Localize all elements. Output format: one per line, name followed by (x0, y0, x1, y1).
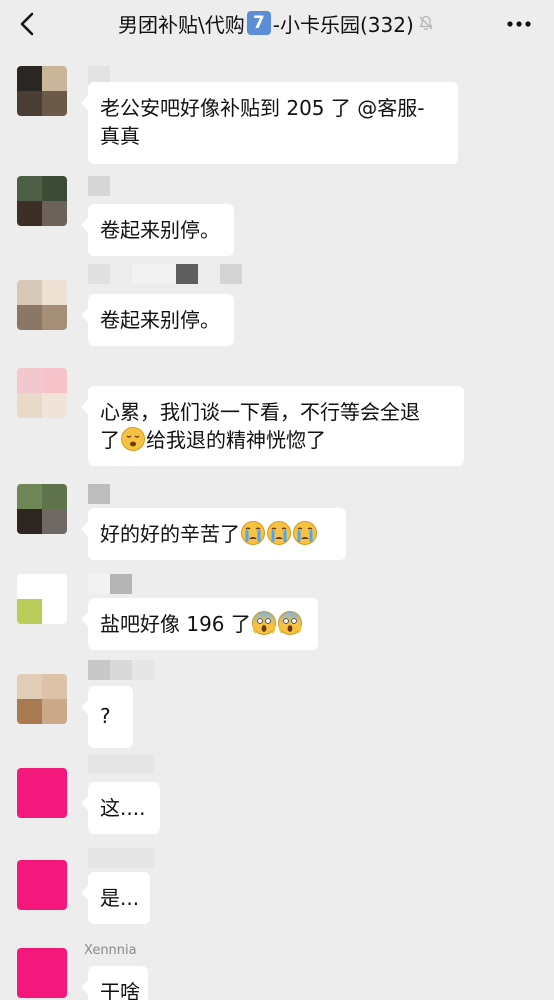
message-bubble[interactable]: 好的好的辛苦了 (81, 508, 346, 560)
crying-face-emoji-icon (267, 521, 291, 545)
message-item: 是... (0, 848, 554, 938)
chat-title: 男团补贴\代购 7 -小卡乐园(332) (118, 10, 435, 37)
message-text-fragment: 给我退的精神恍惚了 (146, 428, 326, 452)
message-bubble[interactable]: 这.... (81, 782, 160, 834)
message-text: 这.... (100, 796, 146, 820)
message-item: 老公安吧好像补贴到 205 了 @客服- 真真 (0, 66, 554, 176)
message-text-line: 真真 (100, 124, 140, 148)
message-text: 卷起来别停。 (100, 218, 220, 242)
avatar[interactable] (17, 280, 67, 330)
keycap-seven-emoji: 7 (246, 11, 271, 35)
sender-name (88, 574, 132, 594)
chat-screen: 男团补贴\代购 7 -小卡乐园(332) 老公安吧好像补贴到 205 了 @客服… (0, 0, 554, 1000)
message-text: 卷起来别停。 (100, 308, 220, 332)
message-item: 盐吧好像 196 了 (0, 574, 554, 654)
screaming-face-emoji-icon (251, 611, 276, 635)
chat-title-prefix: 男团补贴\代购 (118, 12, 245, 37)
message-bubble[interactable]: 心累，我们谈一下看，不行等会全退 了 给我退的精神恍惚了 (81, 386, 464, 466)
message-text-line: 老公安吧好像补贴到 205 了 @客服- (100, 96, 425, 120)
message-bubble[interactable]: 老公安吧好像补贴到 205 了 @客服- 真真 (81, 82, 458, 164)
bell-mute-icon (419, 15, 433, 31)
message-item: 卷起来别停。 (0, 264, 554, 348)
message-list[interactable]: 老公安吧好像补贴到 205 了 @客服- 真真 卷起来别停。 卷起来别停。 心累… (0, 48, 554, 1000)
back-button[interactable] (14, 9, 44, 39)
more-options-button[interactable] (506, 14, 532, 34)
message-text: 是... (100, 886, 140, 910)
sender-name (88, 754, 154, 774)
avatar[interactable] (17, 484, 67, 534)
message-item: 好的好的辛苦了 (0, 484, 554, 564)
avatar[interactable] (17, 860, 67, 910)
message-text-line: 了 给我退的精神恍惚了 (100, 424, 452, 456)
message-bubble[interactable]: 盐吧好像 196 了 (81, 598, 318, 650)
screaming-face-emoji-icon (277, 611, 302, 635)
message-bubble[interactable]: 卷起来别停。 (81, 204, 234, 256)
crying-face-emoji-icon (241, 521, 265, 545)
avatar[interactable] (17, 574, 67, 624)
chat-title-suffix: -小卡乐园(332) (272, 12, 414, 37)
avatar[interactable] (17, 176, 67, 226)
message-item: Xennnia 干啥 (0, 940, 554, 1000)
message-bubble[interactable]: 是... (81, 872, 150, 924)
sender-name: Xennnia (84, 942, 137, 958)
crying-face-emoji-icon (293, 521, 317, 545)
avatar[interactable] (17, 948, 67, 998)
message-text: 盐吧好像 196 了 (100, 612, 251, 636)
sender-name (88, 848, 154, 868)
message-text-fragment: 了 (100, 428, 120, 452)
message-bubble[interactable]: 卷起来别停。 (81, 294, 234, 346)
message-item: 卷起来别停。 (0, 176, 554, 256)
sender-name (88, 660, 154, 680)
avatar[interactable] (17, 368, 67, 418)
avatar[interactable] (17, 66, 67, 116)
sender-name (88, 176, 110, 196)
message-item: 心累，我们谈一下看，不行等会全退 了 给我退的精神恍惚了 (0, 368, 554, 478)
message-item: ? (0, 660, 554, 750)
more-dots-icon (507, 21, 531, 27)
sender-name (88, 264, 242, 284)
message-text: 好的好的辛苦了 (100, 522, 240, 546)
chevron-left-icon (20, 12, 34, 36)
message-text: ? (100, 704, 111, 728)
message-bubble[interactable]: ? (81, 686, 133, 748)
sleepy-face-emoji-icon (121, 427, 145, 451)
message-text: 干啥 (100, 980, 140, 1000)
sender-name (88, 484, 110, 504)
message-item: 这.... (0, 754, 554, 844)
avatar[interactable] (17, 768, 67, 818)
chat-header: 男团补贴\代购 7 -小卡乐园(332) (0, 0, 554, 48)
message-bubble[interactable]: 干啥 (81, 966, 148, 1000)
avatar[interactable] (17, 674, 67, 724)
